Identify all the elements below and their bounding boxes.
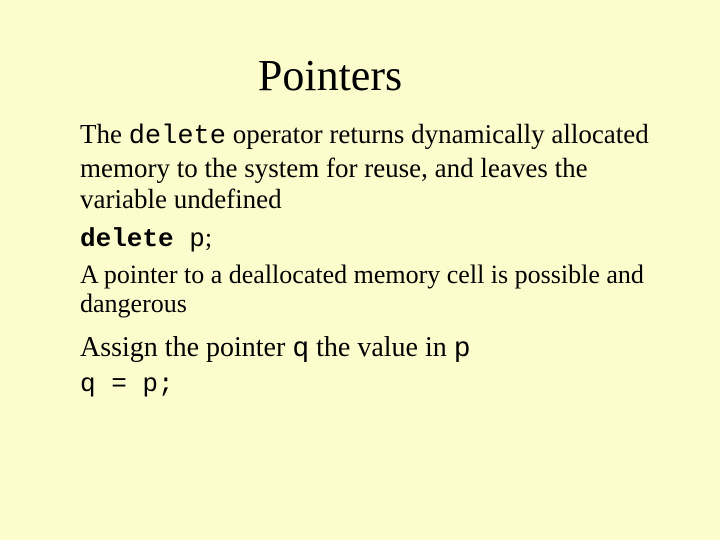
slide-body: The delete operator returns dynamically …: [80, 119, 660, 400]
text-fragment: The: [80, 119, 129, 149]
paragraph-deallocated-warning: A pointer to a deallocated memory cell i…: [80, 261, 660, 318]
code-semicolon: ;: [205, 223, 212, 252]
paragraph-assign-pointer: Assign the pointer q the value in p: [80, 332, 660, 366]
inline-code-delete: delete: [129, 122, 226, 152]
slide: Pointers The delete operator returns dyn…: [0, 0, 720, 540]
code-text: p: [174, 224, 205, 254]
slide-title: Pointers: [200, 50, 460, 101]
text-fragment: the value in: [309, 332, 454, 363]
code-line-delete-p: delete p;: [80, 223, 660, 255]
code-line-q-equals-p: q = p;: [80, 370, 660, 400]
keyword-delete: delete: [80, 224, 174, 254]
inline-code-q: q: [292, 334, 309, 365]
text-fragment: Assign the pointer: [80, 332, 292, 363]
paragraph-delete-operator: The delete operator returns dynamically …: [80, 119, 660, 215]
inline-code-p: p: [454, 334, 471, 365]
